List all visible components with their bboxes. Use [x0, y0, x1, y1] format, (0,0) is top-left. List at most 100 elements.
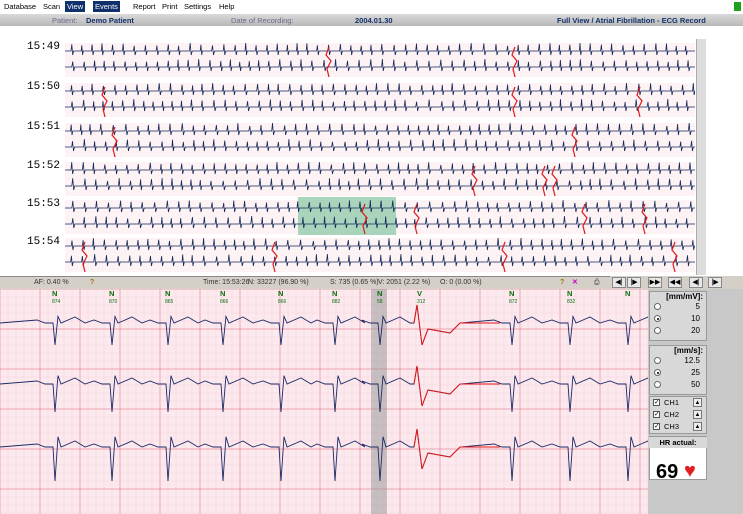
ecg-overview[interactable]: 15:49 15:50 15:51 15:52 15:53 15:54 [0, 39, 705, 275]
print-icon[interactable]: ⎙ [594, 278, 600, 288]
radio-button[interactable] [654, 381, 661, 388]
time-label: 15:54 [27, 236, 61, 248]
nav-button[interactable]: ◀| [689, 277, 703, 288]
radio-button[interactable] [654, 369, 661, 376]
ecg-detail[interactable]: N 874 N 870 N 865 N 866 N 866 N 882 N 58 V 312 N 872 N 832 N [0, 289, 648, 514]
gain-option[interactable]: 10 [650, 313, 706, 325]
menu-settings[interactable]: Settings [182, 1, 213, 12]
channel-label: CH3 [664, 422, 680, 431]
speed-option[interactable]: 12.5 [650, 355, 706, 367]
beat-interval: 866 [278, 299, 287, 305]
channel-checkbox[interactable]: ✓ [653, 423, 660, 430]
beat-label: N 874 [52, 289, 61, 306]
beat-label: N [625, 289, 631, 298]
beat-interval: 312 [417, 299, 426, 305]
speed-label: 12.5 [684, 356, 700, 365]
nav-button[interactable]: |▶ [708, 277, 722, 288]
channel-row: ✓ CH3 ▲ [650, 421, 706, 433]
overview-row-band [65, 162, 695, 196]
channel-row: ✓ CH1 ▲ [650, 397, 706, 409]
detail-trace [0, 304, 648, 346]
menu-events[interactable]: Events [93, 1, 120, 12]
speed-label: 25 [691, 368, 700, 377]
menu-print[interactable]: Print [160, 1, 179, 12]
beat-interval: 865 [165, 299, 174, 305]
channel-button[interactable]: ▲ [693, 410, 702, 419]
channel-checkbox[interactable]: ✓ [653, 411, 660, 418]
time-readout: Time: 15:53:26 [203, 279, 250, 286]
navigation-buttons: ◀| |▶ ▶▶ ◀◀ ◀| |▶ [610, 276, 743, 289]
menu-help[interactable]: Help [217, 1, 236, 12]
date-value: 2004.01.30 [355, 16, 393, 25]
radio-button[interactable] [654, 327, 661, 334]
detail-trace [0, 428, 648, 482]
channel-label: CH2 [664, 410, 680, 419]
overview-row-band [65, 238, 695, 272]
beat-interval: 872 [509, 299, 518, 305]
radio-button[interactable] [654, 315, 661, 322]
beat-label: N 882 [332, 289, 341, 306]
heart-rate-value: 69 [656, 461, 679, 483]
radio-button[interactable] [654, 357, 661, 364]
beat-label: N 832 [567, 289, 576, 306]
menu-view[interactable]: View [65, 1, 86, 12]
time-label: 15:53 [27, 198, 61, 210]
patient-label: Patient: [52, 16, 78, 25]
gain-option[interactable]: 20 [650, 325, 706, 337]
overview-scrollbar[interactable] [696, 39, 706, 275]
speed-option[interactable]: 25 [650, 367, 706, 379]
beat-interval: 832 [567, 299, 576, 305]
detail-traces [0, 289, 648, 514]
nav-button[interactable]: ◀| [612, 277, 626, 288]
gain-label: 10 [691, 314, 700, 323]
time-label: 15:52 [27, 160, 61, 172]
radio-button[interactable] [654, 303, 661, 310]
overview-traces [65, 42, 695, 273]
help-icon[interactable]: ? [560, 278, 564, 288]
menu-database[interactable]: Database [2, 1, 38, 12]
channel-group: ✓ CH1 ▲ ✓ CH2 ▲ ✓ CH3 ▲ [649, 396, 707, 434]
overview-row-band [65, 43, 695, 77]
help-icon[interactable]: ? [90, 278, 94, 288]
nav-button[interactable]: |▶ [627, 277, 641, 288]
gain-label: 20 [691, 326, 700, 335]
heart-rate-title: HR actual: [649, 437, 707, 448]
channel-button[interactable]: ▲ [693, 398, 702, 407]
gain-title: [mm/mV]: [666, 292, 703, 301]
time-label: 15:49 [27, 41, 61, 53]
speed-title: [mm/s]: [674, 346, 703, 355]
beat-interval: 866 [220, 299, 229, 305]
detail-trace [0, 365, 648, 413]
channel-checkbox[interactable]: ✓ [653, 399, 660, 406]
beat-interval: 58 [377, 299, 383, 305]
menu-scan[interactable]: Scan [41, 1, 62, 12]
beat-interval: 870 [109, 299, 118, 305]
beat-label: V 312 [417, 289, 426, 306]
time-label: 15:51 [27, 121, 61, 133]
nav-button[interactable]: ◀◀ [668, 277, 682, 288]
info-bar: Patient: Demo Patient Date of Recording:… [0, 14, 743, 26]
close-icon[interactable]: ✕ [572, 278, 578, 288]
af-percentage: AF: 0.40 % [34, 279, 69, 286]
channel-button[interactable]: ▲ [693, 422, 702, 431]
nav-button[interactable]: ▶▶ [648, 277, 662, 288]
patient-name: Demo Patient [86, 16, 134, 25]
beat-label: N 866 [278, 289, 287, 306]
ventricular-beat-trace [413, 304, 500, 346]
menu-report[interactable]: Report [131, 1, 158, 12]
beat-label: N 866 [220, 289, 229, 306]
date-label: Date of Recording: [231, 16, 294, 25]
channel-label: CH1 [664, 398, 680, 407]
gain-option[interactable]: 5 [650, 301, 706, 313]
beat-interval: 874 [52, 299, 61, 305]
view-title: Full View / Atrial Fibrillation - ECG Re… [557, 16, 706, 25]
v-count: V: 2051 (2.22 %) [378, 279, 431, 286]
settings-panel: [mm/mV]: 5 10 20 [mm/s]: 12.5 25 50 ✓ CH1… [648, 289, 743, 514]
beat-interval: 882 [332, 299, 341, 305]
s-count: S: 735 (0.65 %) [330, 279, 379, 286]
n-count: N: 33227 (96.90 %) [248, 279, 309, 286]
speed-label: 50 [691, 380, 700, 389]
speed-option[interactable]: 50 [650, 379, 706, 391]
beat-label: N 872 [509, 289, 518, 306]
gain-group: [mm/mV]: 5 10 20 [649, 291, 707, 341]
